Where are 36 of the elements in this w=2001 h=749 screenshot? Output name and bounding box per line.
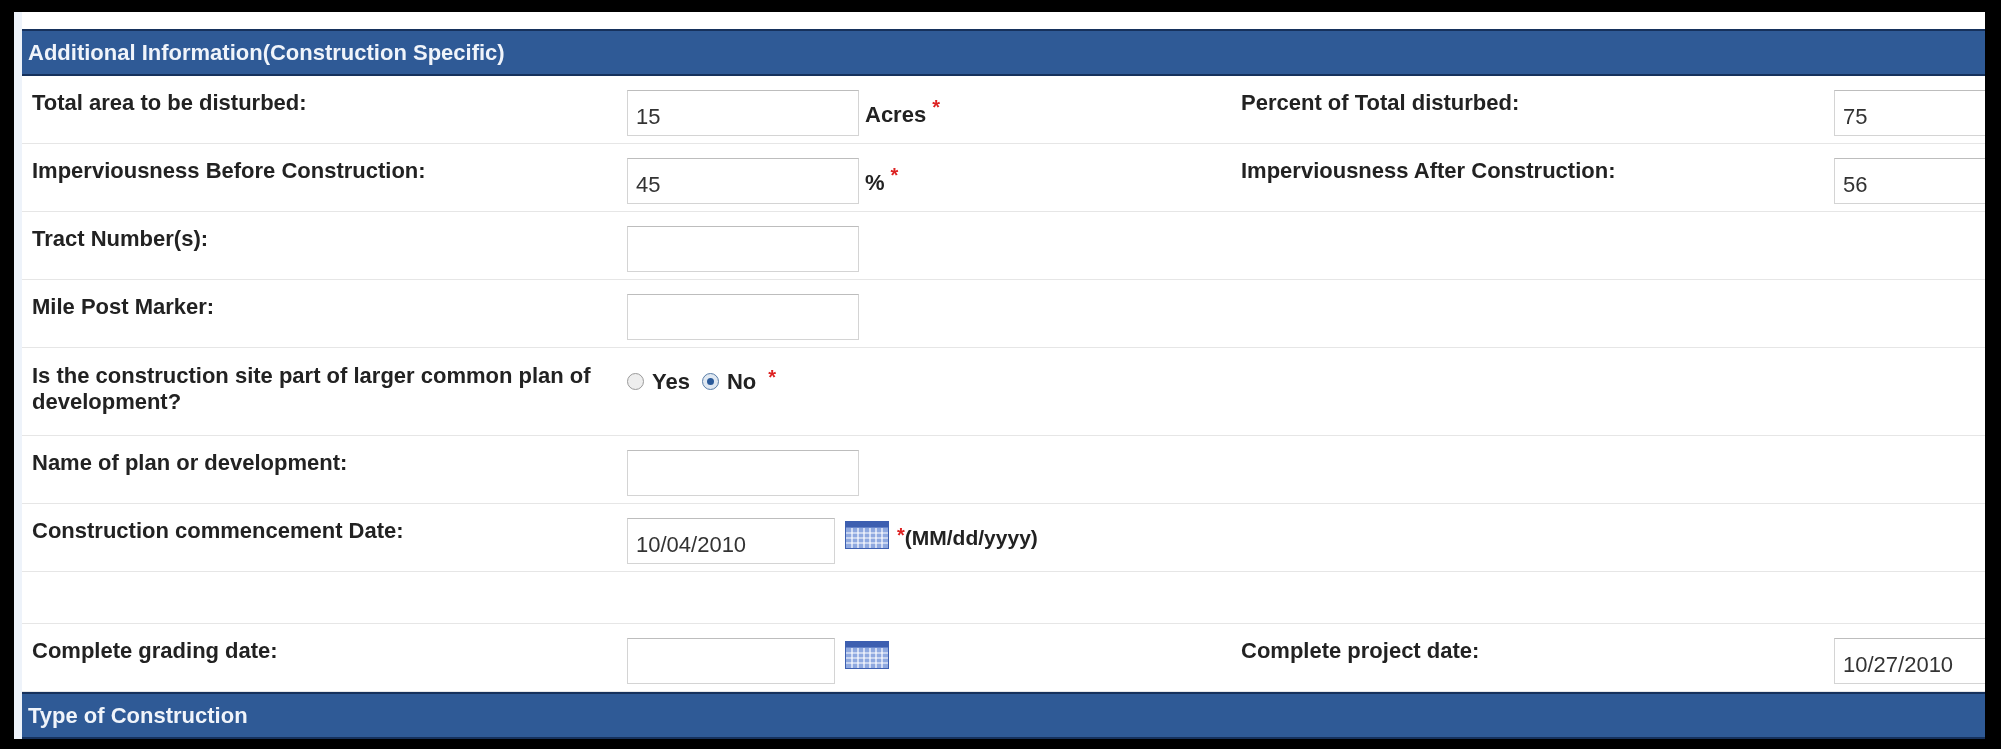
field-label: Construction commencement Date: (31, 517, 405, 544)
date-field[interactable] (627, 637, 835, 684)
field-label: Is the construction site part of larger common plan of development? (31, 362, 592, 415)
input-field[interactable]: 10/27/2010 (1834, 637, 1985, 684)
required-mark: * (932, 96, 940, 119)
field-label: Mile Post Marker: (31, 293, 216, 320)
required-mark: * (897, 524, 905, 546)
calendar-icon[interactable] (845, 520, 889, 549)
field-label: Total area to be disturbed: (31, 89, 308, 116)
field-label: Complete project date: (1240, 637, 1481, 664)
input-field[interactable]: 45 (627, 157, 859, 204)
input-field[interactable]: 15 (627, 89, 859, 136)
input-field[interactable]: 56 (1834, 157, 1985, 204)
field-label: Tract Number(s): (31, 225, 210, 252)
input-field[interactable]: 75 (1834, 89, 1985, 136)
calendar-icon[interactable] (845, 640, 889, 669)
required-mark: * (768, 366, 777, 389)
input-field[interactable] (627, 293, 859, 340)
unit-label: Acres (865, 101, 927, 128)
field-label: Complete grading date: (31, 637, 279, 664)
radio-icon[interactable] (701, 373, 719, 390)
section-header: Additional Information(Construction Specific) (22, 29, 1985, 76)
date-format-hint: (MM/dd/yyyy) (904, 525, 1038, 550)
radio-option[interactable]: No (701, 368, 757, 395)
field-label: Percent of Total disturbed: (1240, 89, 1521, 116)
field-label: Imperviousness Before Construction: (31, 157, 427, 184)
input-field[interactable] (627, 225, 859, 272)
section-header: Type of Construction (22, 692, 1985, 739)
radio-option[interactable]: Yes (627, 368, 690, 395)
field-label: Imperviousness After Construction: (1240, 157, 1617, 184)
input-field[interactable] (627, 449, 859, 496)
date-field[interactable]: 10/04/2010 (627, 517, 835, 564)
required-mark: * (890, 164, 899, 187)
radio-icon[interactable] (627, 373, 644, 390)
unit-label: % (865, 169, 885, 196)
field-label: Name of plan or development: (31, 449, 349, 476)
